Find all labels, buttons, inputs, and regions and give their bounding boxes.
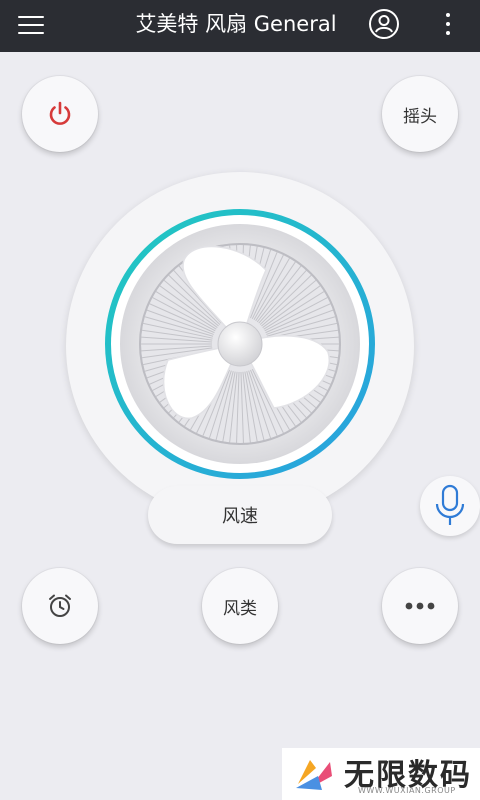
timer-button[interactable] [22, 568, 98, 644]
power-button[interactable] [22, 76, 98, 152]
mode-button-label: 风类 [223, 598, 257, 619]
swing-button-label: 摇头 [403, 106, 437, 127]
more-horizontal-icon [405, 602, 435, 610]
watermark-subtext: WWW.WUXIAN.GROUP [358, 786, 456, 795]
user-account-icon[interactable] [368, 8, 400, 40]
more-vertical-icon[interactable] [438, 10, 458, 38]
swing-button[interactable]: 摇头 [382, 76, 458, 152]
mode-button[interactable]: 风类 [202, 568, 278, 644]
fan-illustration [105, 209, 375, 479]
power-icon [49, 101, 71, 125]
speed-button[interactable]: 风速 [148, 486, 332, 544]
more-options-button[interactable] [382, 568, 458, 644]
page-title: 艾美特 风扇 General [135, 12, 337, 36]
app-header: 艾美特 风扇 General [0, 0, 480, 52]
microphone-icon [435, 484, 465, 525]
speed-button-label: 风速 [222, 506, 258, 527]
hamburger-menu-icon[interactable] [18, 13, 46, 37]
voice-button[interactable] [420, 476, 480, 536]
alarm-clock-icon [49, 594, 71, 617]
fan-display [66, 172, 414, 520]
watermark: 无限数码 WWW.WUXIAN.GROUP [282, 748, 480, 800]
watermark-logo [296, 760, 332, 790]
